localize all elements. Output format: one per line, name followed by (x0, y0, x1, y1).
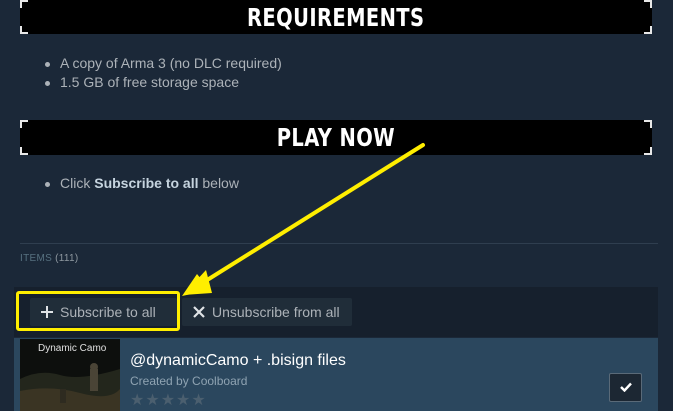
checkmark-icon (619, 379, 632, 397)
play-suffix: below (198, 175, 239, 191)
item-thumbnail[interactable]: Dynamic Camo (20, 339, 120, 411)
annotation-highlight-box (16, 291, 180, 331)
play-instruction-item: Click Subscribe to all below (44, 174, 239, 193)
banner-corner (644, 147, 652, 155)
author-prefix: Created by (130, 374, 193, 388)
requirements-banner: REQUIREMENTS (20, 0, 652, 34)
requirement-item: A copy of Arma 3 (no DLC required) (44, 54, 282, 73)
items-count: (111) (55, 253, 79, 264)
thumbnail-caption: Dynamic Camo (38, 343, 107, 354)
banner-corner (644, 0, 652, 8)
rating-stars: ★★★★★ (130, 392, 207, 409)
close-icon (192, 305, 206, 319)
items-count-label: ITEMS (111) (20, 253, 79, 264)
play-now-banner: PLAY NOW (20, 120, 652, 155)
author-link[interactable]: Coolboard (192, 374, 247, 388)
banner-corner (644, 120, 652, 128)
requirements-list: A copy of Arma 3 (no DLC required) 1.5 G… (44, 54, 282, 92)
requirement-item: 1.5 GB of free storage space (44, 73, 282, 92)
banner-corner (20, 0, 28, 8)
play-now-title: PLAY NOW (276, 123, 396, 152)
item-author: Created by Coolboard (130, 374, 247, 388)
banner-corner (20, 26, 28, 34)
banner-corner (20, 147, 28, 155)
unsubscribe-all-button[interactable]: Unsubscribe from all (182, 298, 352, 326)
subscribed-toggle-button[interactable] (609, 373, 642, 402)
play-instructions-list: Click Subscribe to all below (44, 174, 239, 193)
banner-corner (644, 26, 652, 34)
banner-corner (20, 120, 28, 128)
requirements-title: REQUIREMENTS (247, 2, 425, 32)
unsubscribe-all-label: Unsubscribe from all (212, 304, 340, 320)
item-title-link[interactable]: @dynamicCamo + .bisign files (130, 352, 346, 370)
section-divider (20, 243, 658, 244)
play-bold-text: Subscribe to all (94, 175, 199, 191)
play-prefix: Click (60, 175, 95, 191)
items-label-text: ITEMS (20, 253, 53, 264)
